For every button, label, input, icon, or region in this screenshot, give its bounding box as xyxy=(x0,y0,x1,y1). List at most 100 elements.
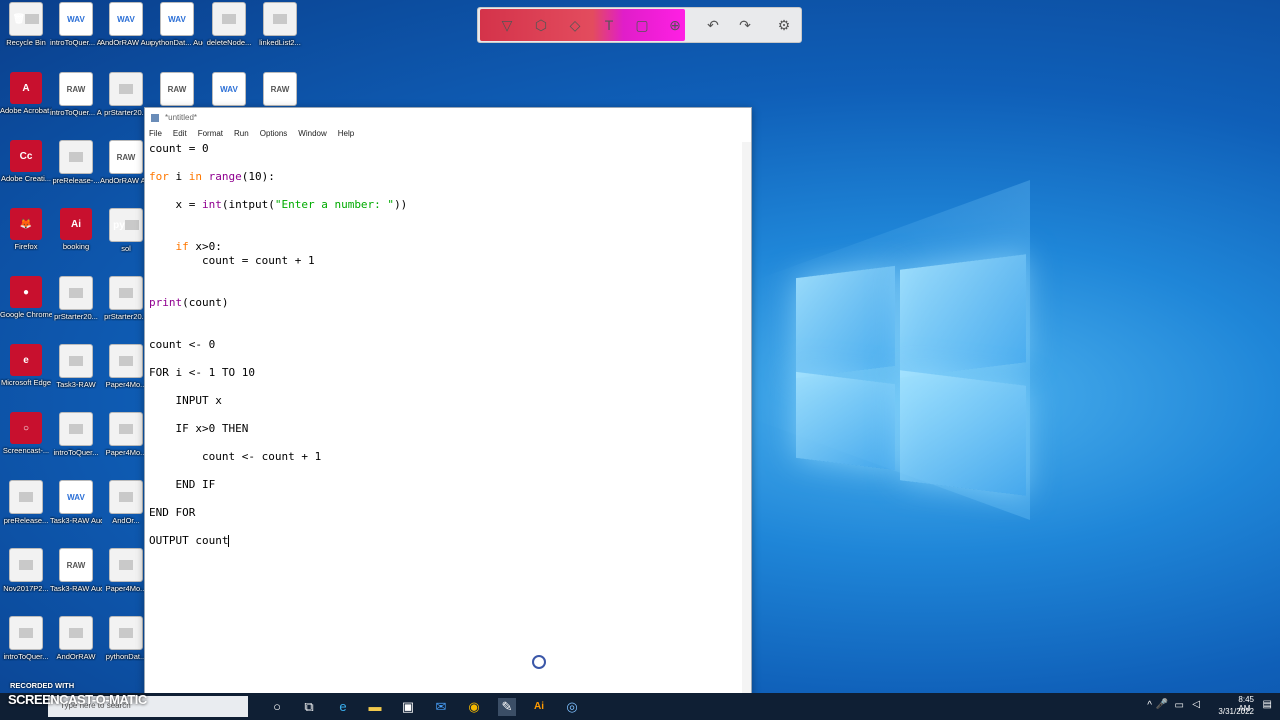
andor3-icon xyxy=(109,480,143,514)
desktop-icon-booking[interactable]: Ai booking xyxy=(50,208,102,251)
desktop-icon-task3audio2[interactable]: RAW Task3-RAW Audio Ex... xyxy=(50,548,102,593)
store-icon[interactable]: ▣ xyxy=(399,698,417,716)
zoom-tool-icon[interactable]: ⊕ xyxy=(666,16,684,34)
code-text: END FOR xyxy=(149,506,196,519)
edge-icon[interactable]: e xyxy=(334,698,352,716)
builtin: range xyxy=(208,170,242,183)
desktop-icon-label: Microsoft Edge xyxy=(0,378,52,387)
code-line: FOR i <- 1 TO 10 xyxy=(149,366,255,380)
desktop-icon-label: Task3-RAW xyxy=(56,380,96,389)
desktop-icon-task3audio[interactable]: WAV Task3-RAW Audio Ex... xyxy=(50,480,102,525)
screencast-brand-watermark: SCREENCAST-O-MATIC xyxy=(8,692,147,707)
desktop-icon-prstarter2[interactable]: prStarter20... xyxy=(50,276,102,321)
task3raw-icon xyxy=(59,344,93,378)
desktop-icon-label: Google Chrome xyxy=(0,310,52,319)
audio3-icon: WAV xyxy=(160,2,194,36)
code-line: count <- 0 xyxy=(149,338,215,352)
menu-help[interactable]: Help xyxy=(338,129,354,138)
desktop-icon-introquer[interactable]: introToQuer... xyxy=(50,412,102,457)
task-view-icon[interactable]: ⧉ xyxy=(300,698,318,716)
clock-date[interactable]: 3/31/2022 xyxy=(1218,707,1254,716)
desktop-icon-label: preRelease... xyxy=(3,516,49,525)
rectangle-tool-icon[interactable]: ▢ xyxy=(633,16,651,34)
menu-window[interactable]: Window xyxy=(298,129,326,138)
tray-chevron-icon[interactable]: ^ xyxy=(1147,700,1152,711)
desktop-icon-nov2017[interactable]: Nov2017P2... xyxy=(0,548,52,593)
window-titlebar: *untitled* xyxy=(145,108,751,127)
desktop-icon-audio4[interactable]: RAW introToQuer... Audio Extra... xyxy=(50,72,102,117)
prstarter2-icon xyxy=(59,276,93,310)
desktop-icon-firefox[interactable]: 🦊 Firefox xyxy=(0,208,52,251)
vertical-scrollbar[interactable] xyxy=(742,142,751,694)
code-line: OUTPUT count xyxy=(149,534,230,548)
shape-tool-icon[interactable]: ⬡ xyxy=(532,16,550,34)
undo-icon[interactable]: ↶ xyxy=(704,16,722,34)
cortana-icon[interactable]: ○ xyxy=(268,698,286,716)
code-text: x = xyxy=(149,198,202,211)
mail-icon[interactable]: ✉ xyxy=(432,698,450,716)
code-text-area[interactable]: count = 0 for i in range(10): x = int(in… xyxy=(149,142,741,694)
code-line: count <- count + 1 xyxy=(149,450,321,464)
desktop-icon-edge[interactable]: e Microsoft Edge xyxy=(0,344,52,387)
desktop-icon-deleteNode[interactable]: deleteNode... xyxy=(203,2,255,47)
desktop-icon-task3raw[interactable]: Task3-RAW xyxy=(50,344,102,389)
menu-file[interactable]: File xyxy=(149,129,162,138)
desktop-icon-andorraw[interactable]: AndOrRAW xyxy=(50,616,102,661)
wallpaper-logo-pane-bl xyxy=(796,371,895,471)
desktop-icon-linkedList[interactable]: linkedList2... xyxy=(254,2,306,47)
redo-icon[interactable]: ↷ xyxy=(736,16,754,34)
desktop-icon-label: introToQuer... Audio Extra... xyxy=(50,38,102,47)
desktop-icon-wav5[interactable]: WAV xyxy=(203,72,255,108)
network-icon[interactable]: ▭ xyxy=(1175,700,1184,711)
chrome-icon[interactable]: ◉ xyxy=(465,698,483,716)
volume-icon[interactable]: ◁ xyxy=(1192,699,1200,710)
microphone-icon[interactable]: 🎤 xyxy=(1156,699,1168,710)
desktop-icon-label: AndOrRAW Audio Extra... xyxy=(100,38,152,47)
file-explorer-icon[interactable]: ▬ xyxy=(366,698,384,716)
menu-run[interactable]: Run xyxy=(234,129,249,138)
idle-taskbar-icon[interactable]: ✎ xyxy=(498,698,516,716)
desktop-icon-label: Screencast-... xyxy=(2,446,50,455)
deleteNode-icon xyxy=(212,2,246,36)
desktop-icon-raw2[interactable]: RAW xyxy=(151,72,203,108)
desktop-icon-acrobat[interactable]: A Adobe Acrobat DC xyxy=(0,72,52,115)
desktop-icon-introquer2[interactable]: introToQuer... xyxy=(0,616,52,661)
menu-bar: File Edit Format Run Options Window Help xyxy=(145,127,751,141)
menu-format[interactable]: Format xyxy=(198,129,223,138)
desktop-icon-audio3[interactable]: WAV pythonDat... Audio Extr... xyxy=(151,2,203,47)
wallpaper-logo-pane-tr xyxy=(900,254,1026,378)
nov2017-icon xyxy=(9,548,43,582)
code-line: END IF xyxy=(149,478,215,492)
paper4mo-icon xyxy=(109,344,143,378)
code-text: i xyxy=(168,170,189,183)
screencast-icon[interactable]: ◎ xyxy=(563,698,581,716)
triangle-tool-icon[interactable]: ▽ xyxy=(498,16,516,34)
eraser-tool-icon[interactable]: ◇ xyxy=(566,16,584,34)
code-line: x = int(intput("Enter a number: ")) xyxy=(149,198,407,212)
desktop-icon-audio1[interactable]: WAV introToQuer... Audio Extra... xyxy=(50,2,102,47)
linkedList-icon xyxy=(263,2,297,36)
code-line: count = 0 xyxy=(149,142,209,156)
desktop-icon-creative[interactable]: Cc Adobe Creati... xyxy=(0,140,52,183)
desktop-icon-chrome[interactable]: ● Google Chrome xyxy=(0,276,52,319)
desktop-icon-prerelease2[interactable]: preRelease... xyxy=(0,480,52,525)
desktop-icon-label: introToQuer... xyxy=(3,652,49,661)
desktop-icon-recycle-bin[interactable]: 🗑 Recycle Bin xyxy=(0,2,52,47)
text-tool-icon[interactable]: T xyxy=(600,16,618,34)
sol-icon: py xyxy=(109,208,143,242)
illustrator-icon[interactable]: Ai xyxy=(530,698,548,716)
keyword: for xyxy=(149,170,169,183)
menu-edit[interactable]: Edit xyxy=(173,129,187,138)
settings-icon[interactable]: ⚙ xyxy=(775,16,793,34)
code-text: END IF xyxy=(149,478,216,491)
desktop-icon-audio2[interactable]: WAV AndOrRAW Audio Extra... xyxy=(100,2,152,47)
desktop-icon-label: Task3-RAW Audio Ex... xyxy=(50,584,102,593)
desktop-icon-screencast[interactable]: ○ Screencast-... xyxy=(0,412,52,455)
notification-icon[interactable]: ▤ xyxy=(1263,699,1272,710)
desktop-icon-prerelease1[interactable]: preRelease-... xyxy=(50,140,102,185)
desktop-icon-label: AndOrRAW xyxy=(56,652,96,661)
prerelease2-icon xyxy=(9,480,43,514)
desktop-icon-raw3[interactable]: RAW xyxy=(254,72,306,108)
menu-options[interactable]: Options xyxy=(260,129,288,138)
